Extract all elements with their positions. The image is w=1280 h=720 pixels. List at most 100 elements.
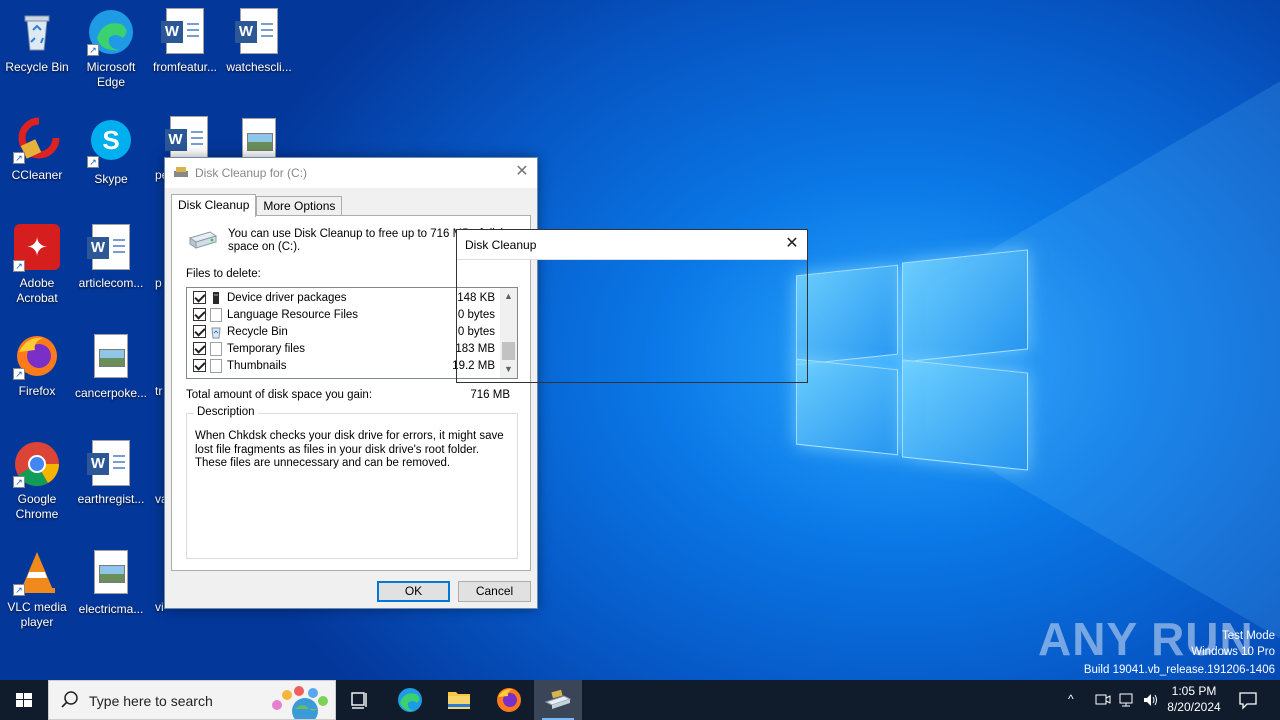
popup-title[interactable]: Disk Cleanup [457,230,807,260]
desktop-icon-articlecom[interactable]: W articlecom... [74,224,148,291]
icon-label: VLC media player [7,600,67,629]
clock[interactable]: 1:05 PM 8/20/2024 [1158,683,1230,715]
tab-strip: Disk Cleanup More Options [171,194,343,217]
icon-label: earthregist... [77,492,145,506]
checkbox[interactable] [193,291,206,304]
icon-label: articlecom... [78,276,144,290]
desktop-icon-ccleaner[interactable]: ↗ CCleaner [0,116,74,183]
drive-icon [188,226,218,249]
windows-logo-wallpaper [796,242,1028,478]
recycle-bin-icon [13,8,61,56]
edge-icon: ↗ [87,8,135,56]
description-legend: Description [194,406,258,418]
chevron-up-icon: ^ [1068,692,1074,706]
checkbox[interactable] [193,359,206,372]
list-item[interactable]: Recycle Bin 0 bytes [187,323,499,340]
meet-now-icon[interactable] [1094,691,1112,720]
icon-label: Skype [94,172,128,186]
icon-label: CCleaner [11,168,63,182]
file-icon [210,341,222,356]
word-document-icon: W [235,8,283,56]
list-item[interactable]: Temporary files 183 MB [187,340,499,357]
icon-label: watchescli... [226,60,292,74]
desktop-icon-google-chrome[interactable]: ↗ Google Chrome [0,440,74,522]
list-item[interactable]: Language Resource Files 0 bytes [187,306,499,323]
taskbar: Type here to search ^ 1:05 PM 8/20/2024 [0,680,1280,720]
taskbar-firefox[interactable] [485,680,533,720]
desktop-icon-skype[interactable]: S ↗ Skype [74,116,148,187]
taskbar-disk-cleanup[interactable] [534,680,582,720]
notifications-button[interactable] [1238,690,1258,720]
list-item[interactable]: Device driver packages 148 KB [187,289,499,306]
firefox-icon [497,688,521,712]
recycle-bin-icon [210,325,222,339]
word-document-icon: W [87,224,135,272]
close-icon: ✕ [785,235,799,252]
ok-button[interactable]: OK [377,581,450,602]
close-button[interactable]: ✕ [507,158,537,188]
desktop-icon-recycle-bin[interactable]: Recycle Bin [0,8,74,75]
list-item[interactable]: Thumbnails 19.2 MB [187,357,499,374]
notification-icon [1239,692,1257,710]
tab-disk-cleanup[interactable]: Disk Cleanup [171,194,257,217]
disk-cleanup-icon [544,689,572,709]
build-label: Build 19041.vb_release.191206-1406 [1083,664,1275,676]
desktop-icon-microsoft-edge[interactable]: ↗ Microsoft Edge [74,8,148,90]
search-highlight-globe-icon [263,685,333,720]
desktop-icon-vlc[interactable]: ↗ VLC media player [0,548,74,630]
show-hidden-icons-button[interactable]: ^ [1068,692,1074,720]
clock-time: 1:05 PM [1171,684,1217,698]
file-name: Temporary files [227,342,305,355]
window-title: Disk Cleanup for (C:) [195,166,308,180]
folder-icon [448,692,470,709]
disk-cleanup-app-icon [173,165,189,182]
icon-label: cancerpoke... [74,386,148,400]
icon-label: Firefox [18,384,56,398]
files-to-delete-label: Files to delete: [186,268,261,280]
network-icon[interactable] [1118,691,1136,720]
windows-start-icon [16,693,32,707]
desktop-icon-earthregist[interactable]: W earthregist... [74,440,148,507]
image-file-icon [87,334,135,382]
window-titlebar[interactable]: Disk Cleanup for (C:) [165,158,537,188]
start-button[interactable] [0,680,48,720]
icon-label: fromfeatur... [152,60,218,74]
disk-cleanup-window: Disk Cleanup for (C:) ✕ Disk Cleanup Mor… [164,157,538,609]
taskbar-search-box[interactable]: Type here to search [48,680,336,720]
desktop-icon-cancerpoke[interactable]: cancerpoke... [74,332,148,401]
cancel-button[interactable]: Cancel [458,581,531,602]
desktop-icon-electricma[interactable]: electricma... [74,548,148,617]
image-file-icon [87,550,135,598]
total-value: 716 MB [470,389,510,401]
checkbox[interactable] [193,342,206,355]
desktop-icon-fromfeatur[interactable]: W fromfeatur... [148,8,222,75]
total-label: Total amount of disk space you gain: [186,389,373,401]
windows-edition-label: Windows 10 Pro [1191,646,1275,658]
file-name: Recycle Bin [227,325,288,338]
checkbox[interactable] [193,325,206,338]
description-group: Description When Chkdsk checks your disk… [186,406,518,559]
file-name: Language Resource Files [227,308,359,321]
desktop-icon-watchescli[interactable]: W watchescli... [222,8,296,75]
vlc-icon: ↗ [13,548,61,596]
skype-icon: S ↗ [87,120,135,168]
file-name: Thumbnails [227,359,287,372]
file-name: Device driver packages [227,291,347,304]
chrome-icon: ↗ [13,440,61,488]
icon-label: Recycle Bin [5,60,69,74]
description-text: When Chkdsk checks your disk drive for e… [195,430,504,469]
icon-label: Microsoft Edge [86,60,136,89]
taskbar-edge[interactable] [386,680,434,720]
search-placeholder: Type here to search [89,693,213,709]
clock-date: 8/20/2024 [1167,700,1221,714]
checkbox[interactable] [193,308,206,321]
tab-more-options[interactable]: More Options [256,196,343,216]
icon-label: electricma... [78,602,144,616]
desktop-icon-adobe-acrobat[interactable]: ✦ ↗ Adobe Acrobat [0,224,74,306]
taskbar-file-explorer[interactable] [435,680,483,720]
close-icon: ✕ [515,163,529,180]
desktop-icon-firefox[interactable]: ↗ Firefox [0,332,74,399]
test-mode-label: Test Mode [1221,630,1275,642]
task-view-button[interactable] [336,680,384,720]
popup-close-button[interactable]: ✕ [777,230,807,260]
